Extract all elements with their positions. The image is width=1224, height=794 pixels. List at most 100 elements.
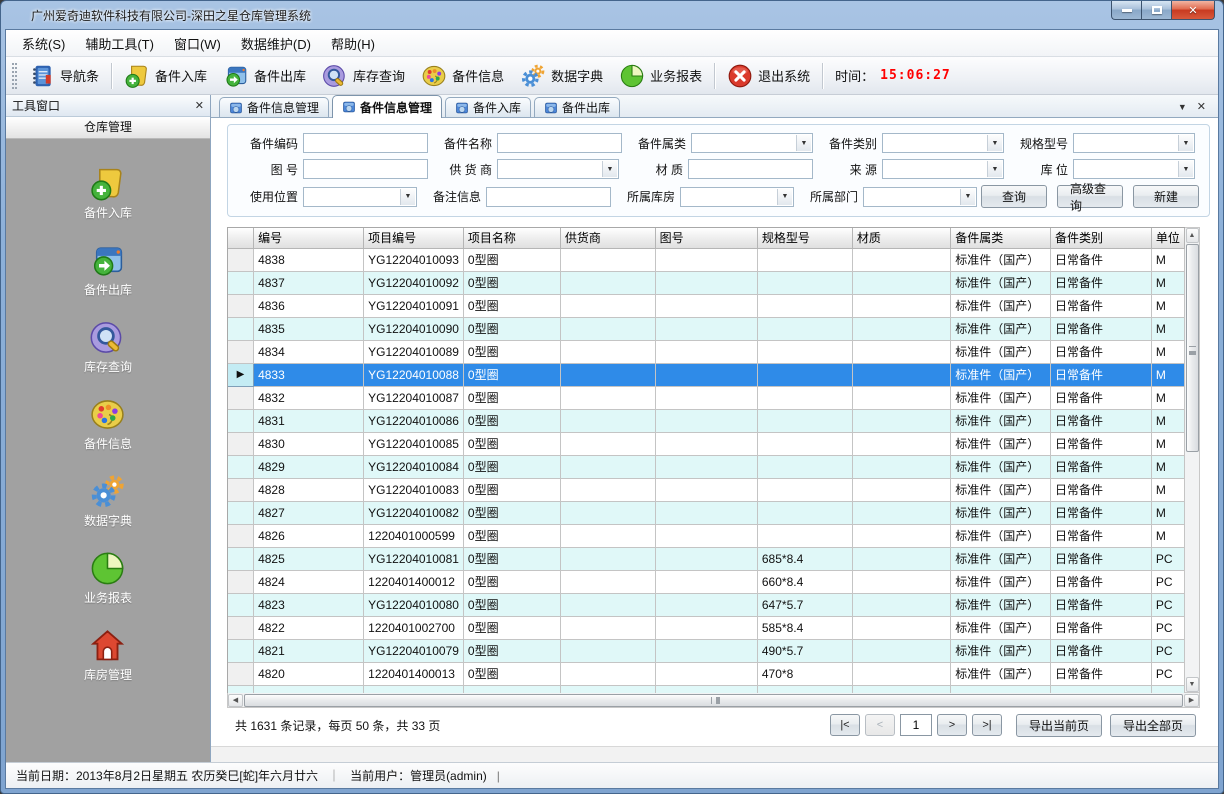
first-page-button[interactable]: |< (830, 714, 860, 736)
tab-item[interactable]: 备件出库 (534, 97, 620, 117)
field-dropdown[interactable]: ▼ (680, 187, 794, 207)
row-selector-cell[interactable] (228, 593, 254, 616)
grid-header-cell[interactable]: 备件类别 (1051, 228, 1152, 248)
tab-close-icon[interactable]: ✕ (1197, 100, 1206, 113)
toolbar-button-navbar[interactable]: 导航条 (21, 61, 107, 91)
table-row[interactable]: ▶4833YG122040100880型圈标准件（国产）日常备件M (228, 363, 1185, 386)
field-input[interactable] (486, 187, 611, 207)
table-row[interactable]: 482012204014000130型圈470*8标准件（国产）日常备件PC (228, 662, 1185, 685)
field-dropdown[interactable]: ▼ (497, 159, 619, 179)
table-row[interactable]: 4834YG122040100890型圈标准件（国产）日常备件M (228, 340, 1185, 363)
table-row[interactable]: 4821YG122040100790型圈490*5.7标准件（国产）日常备件PC (228, 639, 1185, 662)
row-selector-cell[interactable] (228, 386, 254, 409)
field-input[interactable] (303, 133, 428, 153)
toolbar-grip-handle[interactable] (12, 63, 17, 89)
table-row[interactable]: 4830YG122040100850型圈标准件（国产）日常备件M (228, 432, 1185, 455)
row-selector-cell[interactable] (228, 294, 254, 317)
row-selector-cell[interactable] (228, 248, 254, 271)
grid-header-cell[interactable]: 图号 (655, 228, 757, 248)
row-selector-cell[interactable] (228, 340, 254, 363)
scroll-right-icon[interactable]: ▶ (1184, 694, 1199, 707)
table-row[interactable]: 4828YG122040100830型圈标准件（国产）日常备件M (228, 478, 1185, 501)
field-dropdown[interactable]: ▼ (1073, 133, 1195, 153)
row-selector-cell[interactable] (228, 501, 254, 524)
vertical-scrollbar[interactable]: ▲ ▼ (1185, 227, 1200, 693)
toolbar-button-parts-out[interactable]: 备件出库 (215, 61, 314, 91)
row-selector-cell[interactable] (228, 317, 254, 340)
row-selector-cell[interactable] (228, 409, 254, 432)
export-current-page-button[interactable]: 导出当前页 (1016, 714, 1102, 737)
table-row[interactable]: 4829YG122040100840型圈标准件（国产）日常备件M (228, 455, 1185, 478)
horizontal-scroll-thumb[interactable] (244, 694, 1183, 707)
grid-header-cell[interactable]: 供货商 (560, 228, 655, 248)
new-button[interactable]: 新建 (1133, 185, 1199, 208)
table-row[interactable]: 4835YG122040100900型圈标准件（国产）日常备件M (228, 317, 1185, 340)
row-selector-cell[interactable] (228, 662, 254, 685)
sidebar-item-data-dictionary[interactable]: 数据字典 (84, 473, 132, 529)
sidebar-item-parts-info[interactable]: 备件信息 (84, 396, 132, 452)
tab-item[interactable]: 备件信息管理 (219, 97, 329, 117)
page-number-input[interactable] (900, 714, 932, 736)
scroll-up-icon[interactable]: ▲ (1186, 228, 1199, 243)
row-selector-cell[interactable]: ▶ (228, 363, 254, 386)
next-page-button[interactable]: > (937, 714, 967, 736)
toolbar-button-parts-info[interactable]: 备件信息 (413, 61, 512, 91)
table-row[interactable]: 4831YG122040100860型圈标准件（国产）日常备件M (228, 409, 1185, 432)
field-dropdown[interactable]: ▼ (882, 133, 1004, 153)
row-selector-cell[interactable] (228, 432, 254, 455)
grid-header-cell[interactable]: 编号 (254, 228, 364, 248)
sidebar-item-parts-in[interactable]: 备件入库 (84, 165, 132, 221)
table-row[interactable]: 4825YG122040100810型圈685*8.4标准件（国产）日常备件PC (228, 547, 1185, 570)
table-row[interactable]: 482212204010027000型圈585*8.4标准件（国产）日常备件PC (228, 616, 1185, 639)
table-row[interactable]: 4823YG122040100800型圈647*5.7标准件（国产）日常备件PC (228, 593, 1185, 616)
row-selector-cell[interactable] (228, 639, 254, 662)
toolbar-button-inventory-query[interactable]: 库存查询 (314, 61, 413, 91)
row-selector-cell[interactable] (228, 570, 254, 593)
sidebar-item-warehouse[interactable]: 库房管理 (84, 627, 132, 683)
row-selector-cell[interactable] (228, 455, 254, 478)
menu-item[interactable]: 系统(S) (12, 31, 75, 56)
field-dropdown[interactable]: ▼ (863, 187, 977, 207)
sidebar-item-inventory-query[interactable]: 库存查询 (84, 319, 132, 375)
export-all-pages-button[interactable]: 导出全部页 (1110, 714, 1196, 737)
toolbar-button-exit[interactable]: 退出系统 (719, 61, 818, 91)
table-row[interactable]: 482412204014000120型圈660*8.4标准件（国产）日常备件PC (228, 570, 1185, 593)
field-input[interactable] (688, 159, 813, 179)
row-selector-cell[interactable] (228, 524, 254, 547)
row-selector-cell[interactable] (228, 547, 254, 570)
menu-item[interactable]: 数据维护(D) (231, 31, 321, 56)
toolbar-button-data-dictionary[interactable]: 数据字典 (512, 61, 611, 91)
grid-header-cell[interactable]: 项目名称 (463, 228, 560, 248)
tab-item[interactable]: 备件入库 (445, 97, 531, 117)
search-button[interactable]: 查询 (981, 185, 1047, 208)
vertical-scroll-thumb[interactable] (1186, 244, 1199, 452)
horizontal-scrollbar[interactable]: ◀ ▶ (227, 693, 1200, 708)
panel-close-icon[interactable]: ✕ (195, 99, 204, 112)
scroll-down-icon[interactable]: ▼ (1186, 677, 1199, 692)
previous-page-button[interactable]: < (865, 714, 895, 736)
grid-header-cell[interactable]: 材质 (852, 228, 950, 248)
menu-item[interactable]: 帮助(H) (321, 31, 385, 56)
table-row[interactable]: 4836YG122040100910型圈标准件（国产）日常备件M (228, 294, 1185, 317)
toolbar-button-business-report[interactable]: 业务报表 (611, 61, 710, 91)
last-page-button[interactable]: >| (972, 714, 1002, 736)
table-row[interactable]: 4837YG122040100920型圈标准件（国产）日常备件M (228, 271, 1185, 294)
field-dropdown[interactable]: ▼ (303, 187, 417, 207)
advanced-search-button[interactable]: 高级查询 (1057, 185, 1123, 208)
maximize-button[interactable] (1141, 1, 1171, 20)
sidebar-item-business-report[interactable]: 业务报表 (84, 550, 132, 606)
field-dropdown[interactable]: ▼ (1073, 159, 1195, 179)
grid-header-cell[interactable]: 规格型号 (757, 228, 852, 248)
row-selector-cell[interactable] (228, 271, 254, 294)
pin-icon[interactable] (175, 100, 187, 112)
table-row[interactable]: 482612204010005990型圈标准件（国产）日常备件M (228, 524, 1185, 547)
scroll-left-icon[interactable]: ◀ (228, 694, 243, 707)
row-selector-cell[interactable] (228, 478, 254, 501)
field-dropdown[interactable]: ▼ (691, 133, 813, 153)
field-input[interactable] (497, 133, 622, 153)
grid-header-cell[interactable]: 备件属类 (951, 228, 1051, 248)
toolbar-button-parts-in[interactable]: 备件入库 (116, 61, 215, 91)
table-row[interactable]: 4827YG122040100820型圈标准件（国产）日常备件M (228, 501, 1185, 524)
grid-header-cell[interactable]: 单位 (1151, 228, 1184, 248)
field-input[interactable] (303, 159, 428, 179)
